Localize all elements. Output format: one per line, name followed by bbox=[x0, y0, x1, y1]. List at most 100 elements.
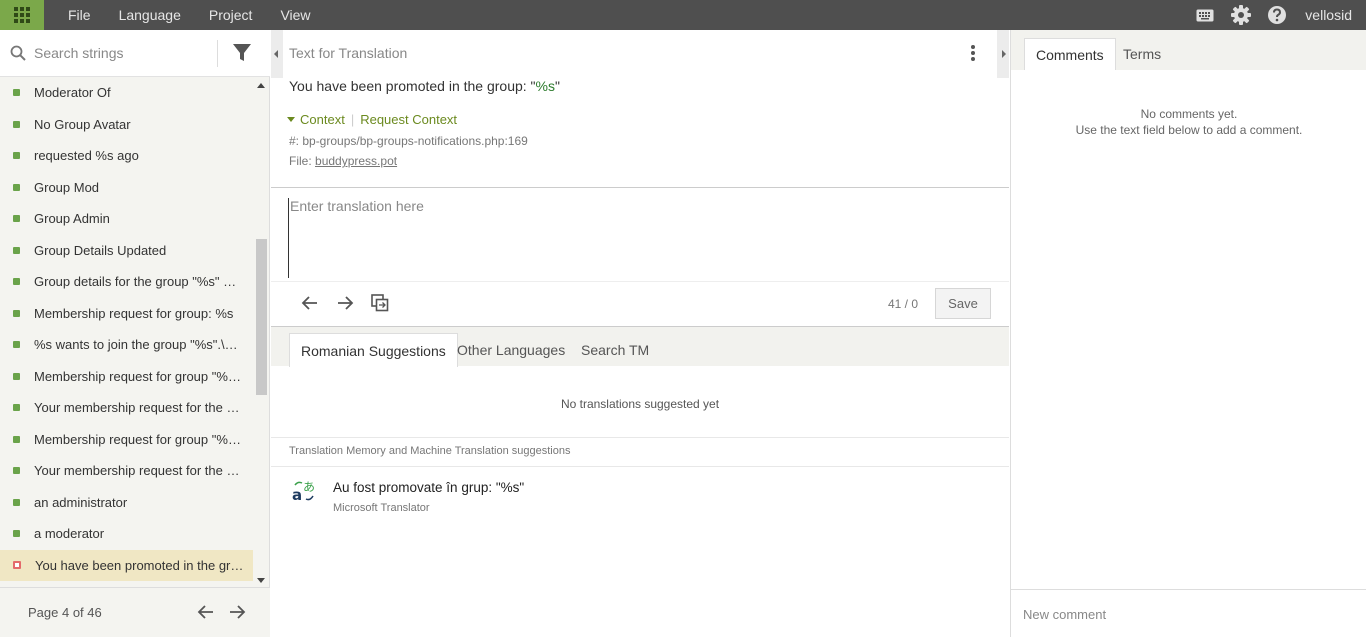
status-indicator-icon bbox=[13, 246, 20, 254]
tab-other-languages[interactable]: Other Languages bbox=[446, 333, 576, 367]
no-comments-line1: No comments yet. bbox=[1140, 107, 1238, 121]
string-list-item[interactable]: Membership request for group "%s" reject… bbox=[0, 424, 253, 456]
status-indicator-icon bbox=[13, 341, 20, 349]
source-placeholder: %s bbox=[535, 78, 555, 94]
filter-icon[interactable] bbox=[232, 43, 252, 63]
menu-project[interactable]: Project bbox=[195, 0, 267, 30]
machine-translation-source: Microsoft Translator bbox=[333, 502, 430, 514]
copy-source-button[interactable] bbox=[363, 292, 397, 314]
string-list-item-label: a moderator bbox=[34, 526, 105, 542]
string-list-item-label: No Group Avatar bbox=[34, 116, 131, 132]
context-row: Context | Request Context bbox=[287, 112, 457, 127]
arrow-right-icon bbox=[338, 296, 354, 310]
string-list-item-label: Group Details Updated bbox=[34, 242, 167, 258]
file-link[interactable]: buddypress.pot bbox=[315, 154, 397, 168]
status-indicator-icon bbox=[13, 530, 20, 538]
string-list-item-label: You have been promoted in the group: "%s… bbox=[35, 557, 245, 573]
gear-icon bbox=[1231, 5, 1252, 25]
string-list-item-label: an administrator bbox=[34, 494, 128, 510]
character-count: 41 / 0 bbox=[888, 297, 919, 311]
help-button[interactable] bbox=[1259, 0, 1295, 30]
source-text-suffix: " bbox=[554, 78, 560, 94]
string-list-item[interactable]: %s wants to join the group "%s".\n\nBeca… bbox=[0, 329, 253, 361]
pager: Page 4 of 46 bbox=[0, 587, 270, 637]
string-list-item[interactable]: Moderator Of bbox=[0, 77, 253, 109]
status-indicator-icon bbox=[13, 152, 20, 160]
string-list-item[interactable]: Membership request for group "%s" accept… bbox=[0, 361, 253, 393]
status-indicator-icon bbox=[13, 435, 20, 443]
status-indicator-icon bbox=[13, 278, 20, 286]
collapse-left-toggle[interactable] bbox=[271, 30, 283, 78]
string-list-item-label: Group Mod bbox=[34, 179, 100, 195]
apps-grid-button[interactable] bbox=[0, 0, 44, 30]
menu-view[interactable]: View bbox=[266, 0, 324, 30]
translator-icon: a あ bbox=[292, 480, 315, 503]
tm-header: Translation Memory and Machine Translati… bbox=[289, 445, 571, 457]
editor-title: Text for Translation bbox=[289, 45, 408, 61]
string-list-item[interactable]: Group details for the group "%s" were up… bbox=[0, 266, 253, 298]
status-indicator-icon bbox=[13, 467, 20, 475]
keyboard-shortcuts-button[interactable] bbox=[1187, 0, 1223, 30]
tab-search-tm[interactable]: Search TM bbox=[570, 333, 660, 367]
top-bar: File Language Project View vellosid bbox=[0, 0, 1366, 30]
string-list-item[interactable]: No Group Avatar bbox=[0, 109, 253, 141]
status-indicator-icon bbox=[13, 309, 20, 317]
string-list-item[interactable]: requested %s ago bbox=[0, 140, 253, 172]
scroll-up-arrow-icon[interactable] bbox=[257, 83, 265, 88]
prev-page-arrow-icon[interactable] bbox=[197, 604, 215, 620]
next-page-arrow-icon[interactable] bbox=[228, 604, 246, 620]
file-info: File: buddypress.pot bbox=[289, 154, 397, 168]
no-comments-line2: Use the text field below to add a commen… bbox=[1075, 123, 1303, 137]
save-button[interactable]: Save bbox=[935, 288, 991, 319]
more-options-icon[interactable] bbox=[971, 45, 975, 63]
user-menu[interactable]: vellosid bbox=[1295, 7, 1366, 23]
status-indicator-icon bbox=[13, 215, 20, 223]
string-list-item[interactable]: an administrator bbox=[0, 487, 253, 519]
search-input[interactable] bbox=[34, 41, 209, 65]
divider bbox=[271, 437, 1009, 438]
scroll-thumb[interactable] bbox=[256, 239, 267, 395]
arrow-left-icon bbox=[301, 296, 317, 310]
next-string-button[interactable] bbox=[328, 292, 362, 314]
previous-string-button[interactable] bbox=[293, 292, 327, 314]
scroll-down-arrow-icon[interactable] bbox=[257, 578, 265, 583]
string-list-item[interactable]: You have been promoted in the group: "%s… bbox=[0, 549, 253, 581]
search-icon bbox=[10, 45, 26, 61]
page-indicator: Page 4 of 46 bbox=[28, 605, 102, 620]
list-scrollbar[interactable] bbox=[255, 77, 268, 587]
request-context-link[interactable]: Request Context bbox=[360, 112, 457, 127]
translation-input[interactable] bbox=[288, 198, 988, 278]
string-list-item-label: Your membership request for the group "%… bbox=[34, 463, 244, 479]
menu-language[interactable]: Language bbox=[105, 0, 195, 30]
string-list-item-label: requested %s ago bbox=[34, 148, 139, 164]
string-list-item-label: Your membership request for the group "%… bbox=[34, 400, 244, 416]
settings-button[interactable] bbox=[1223, 0, 1259, 30]
context-toggle[interactable]: Context bbox=[300, 112, 345, 127]
caret-left-icon bbox=[274, 50, 278, 58]
divider bbox=[271, 466, 1009, 467]
caret-right-icon bbox=[1002, 50, 1006, 58]
string-list-item[interactable]: Your membership request for the group "%… bbox=[0, 455, 253, 487]
string-list-item[interactable]: Group Mod bbox=[0, 172, 253, 204]
tab-comments[interactable]: Comments bbox=[1024, 38, 1116, 70]
string-list-item-label: %s wants to join the group "%s".\n\nBeca… bbox=[34, 337, 244, 353]
divider bbox=[271, 187, 1009, 188]
string-list-item[interactable]: Group Admin bbox=[0, 203, 253, 235]
new-comment-input[interactable] bbox=[1023, 604, 1343, 624]
string-list-item[interactable]: Group Details Updated bbox=[0, 235, 253, 267]
strings-sidebar: Moderator Of No Group Avatar requested %s … bbox=[0, 30, 270, 637]
collapse-right-toggle[interactable] bbox=[997, 30, 1009, 78]
string-list-item[interactable]: Your membership request for the group "%… bbox=[0, 392, 253, 424]
no-comments-text: No comments yet. Use the text field belo… bbox=[1011, 106, 1366, 138]
status-indicator-icon bbox=[13, 561, 21, 570]
divider bbox=[271, 281, 1009, 282]
tab-terms[interactable]: Terms bbox=[1112, 38, 1172, 70]
string-list-item[interactable]: a moderator bbox=[0, 518, 253, 550]
string-list-item-label: Membership request for group "%s" accept… bbox=[34, 368, 244, 384]
menu-file[interactable]: File bbox=[54, 0, 105, 30]
machine-translation-suggestion[interactable]: Au fost promovate în grup: "%s" bbox=[333, 480, 524, 495]
string-list: Moderator Of No Group Avatar requested %s … bbox=[0, 77, 253, 587]
file-label: File: bbox=[289, 154, 312, 168]
tab-romanian-suggestions[interactable]: Romanian Suggestions bbox=[289, 333, 458, 367]
string-list-item[interactable]: Membership request for group: %s bbox=[0, 298, 253, 330]
